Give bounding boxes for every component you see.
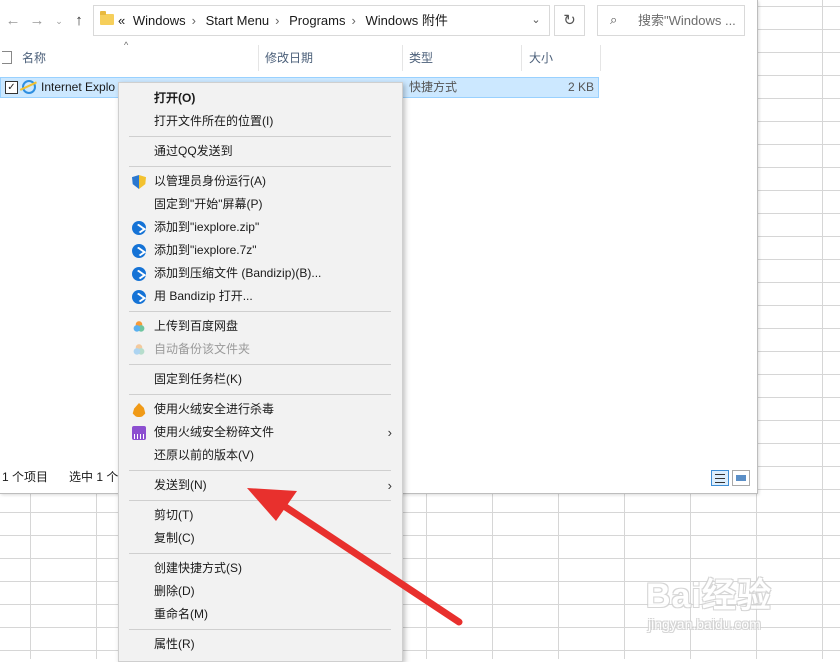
watermark-logo: Bai经验 <box>646 577 772 615</box>
chevron-right-icon: › <box>387 478 392 493</box>
menu-item-send-to[interactable]: 发送到(N) › <box>119 474 402 497</box>
file-name: Internet Explo <box>41 80 116 94</box>
huorong-icon <box>132 403 146 417</box>
folder-icon <box>100 11 114 25</box>
status-selected-count: 选中 1 个 <box>69 470 119 484</box>
status-item-count: 1 个项目 <box>2 470 49 484</box>
search-placeholder: 搜索"Windows ... <box>638 13 736 28</box>
menu-item-send-via-qq[interactable]: 通过QQ发送到 <box>119 140 402 163</box>
refresh-button[interactable]: ↻ <box>554 5 585 36</box>
bandizip-icon <box>132 244 146 258</box>
details-view-button[interactable] <box>711 470 729 486</box>
breadcrumb-item-windows[interactable]: Windows <box>133 13 186 28</box>
menu-separator <box>129 629 391 630</box>
menu-item-pin-to-taskbar[interactable]: 固定到任务栏(K) <box>119 368 402 391</box>
menu-item-pin-to-start[interactable]: 固定到"开始"屏幕(P) <box>119 193 402 216</box>
bandizip-icon <box>132 267 146 281</box>
column-divider[interactable] <box>600 45 601 71</box>
address-dropdown-icon[interactable]: ⌄ <box>523 6 549 35</box>
breadcrumb-item-programs[interactable]: Programs <box>289 13 345 28</box>
menu-item-delete[interactable]: 删除(D) <box>119 580 402 603</box>
bandizip-icon <box>132 221 146 235</box>
column-header-type[interactable]: 类型 <box>409 45 521 71</box>
menu-item-open-with-bandizip[interactable]: 用 Bandizip 打开... <box>119 285 402 308</box>
file-type: 快捷方式 <box>409 80 458 94</box>
search-input[interactable]: ⌕ 搜索"Windows ... <box>597 5 745 36</box>
menu-separator <box>129 553 391 554</box>
recent-locations-button[interactable]: ⌄ <box>48 8 70 34</box>
menu-item-add-to-zip[interactable]: 添加到"iexplore.zip" <box>119 216 402 239</box>
menu-separator <box>129 500 391 501</box>
chevron-right-icon: › <box>387 425 392 440</box>
breadcrumb-item-start-menu[interactable]: Start Menu <box>206 13 270 28</box>
menu-item-copy[interactable]: 复制(C) <box>119 527 402 550</box>
column-header-modified[interactable]: 修改日期 <box>265 45 401 71</box>
menu-separator <box>129 470 391 471</box>
menu-separator <box>129 364 391 365</box>
up-button[interactable]: ↑ <box>68 8 90 34</box>
breadcrumb: « Windows › Start Menu › Programs › Windows… <box>118 6 452 35</box>
menu-item-create-shortcut[interactable]: 创建快捷方式(S) <box>119 557 402 580</box>
menu-item-open-location[interactable]: 打开文件所在的位置(I) <box>119 110 402 133</box>
column-header-size[interactable]: 大小 <box>529 45 599 71</box>
menu-item-cut[interactable]: 剪切(T) <box>119 504 402 527</box>
menu-item-add-to-7z[interactable]: 添加到"iexplore.7z" <box>119 239 402 262</box>
breadcrumb-overflow[interactable]: « <box>118 13 125 28</box>
row-checkbox[interactable]: ✓ <box>5 81 18 94</box>
search-icon: ⌕ <box>610 12 618 27</box>
menu-item-add-to-archive[interactable]: 添加到压缩文件 (Bandizip)(B)... <box>119 262 402 285</box>
menu-separator <box>129 311 391 312</box>
menu-item-rename[interactable]: 重命名(M) <box>119 603 402 626</box>
baidu-jingyan-watermark: Bai经验 jingyan.baidu.com <box>646 568 806 632</box>
column-divider[interactable] <box>521 45 522 71</box>
back-button[interactable]: ← <box>2 8 24 34</box>
menu-separator <box>129 394 391 395</box>
menu-separator <box>129 136 391 137</box>
column-divider[interactable] <box>402 45 403 71</box>
column-divider[interactable] <box>258 45 259 71</box>
menu-item-run-as-admin[interactable]: 以管理员身份运行(A) <box>119 170 402 193</box>
bandizip-icon <box>132 290 146 304</box>
uac-shield-icon <box>132 175 146 189</box>
chevron-right-icon: › <box>275 13 280 28</box>
forward-button[interactable]: → <box>26 8 48 34</box>
baidu-netdisk-icon <box>132 343 146 357</box>
context-menu: 打开(O) 打开文件所在的位置(I) 通过QQ发送到 以管理员身份运行(A) 固… <box>118 82 403 662</box>
menu-item-auto-backup: 自动备份该文件夹 <box>119 338 402 361</box>
menu-item-upload-baidu[interactable]: 上传到百度网盘 <box>119 315 402 338</box>
baidu-netdisk-icon <box>132 320 146 334</box>
file-size: 2 KB <box>567 80 594 94</box>
internet-explorer-icon <box>22 80 36 94</box>
menu-item-open[interactable]: 打开(O) <box>119 87 402 110</box>
column-header-name[interactable]: 名称 <box>22 45 258 71</box>
menu-item-restore-versions[interactable]: 还原以前的版本(V) <box>119 444 402 467</box>
select-all-checkbox[interactable] <box>2 51 12 64</box>
breadcrumb-item-accessories[interactable]: Windows 附件 <box>365 13 447 28</box>
chevron-right-icon: › <box>351 13 356 28</box>
chevron-right-icon: › <box>191 13 196 28</box>
menu-item-huorong-scan[interactable]: 使用火绒安全进行杀毒 <box>119 398 402 421</box>
watermark-url: jingyan.baidu.com <box>648 616 761 632</box>
menu-item-properties[interactable]: 属性(R) <box>119 633 402 656</box>
large-icons-view-button[interactable] <box>732 470 750 486</box>
menu-separator <box>129 166 391 167</box>
address-bar[interactable]: « Windows › Start Menu › Programs › Windows… <box>93 5 550 36</box>
shredder-icon <box>132 426 146 440</box>
menu-item-huorong-shred[interactable]: 使用火绒安全粉碎文件 › <box>119 421 402 444</box>
